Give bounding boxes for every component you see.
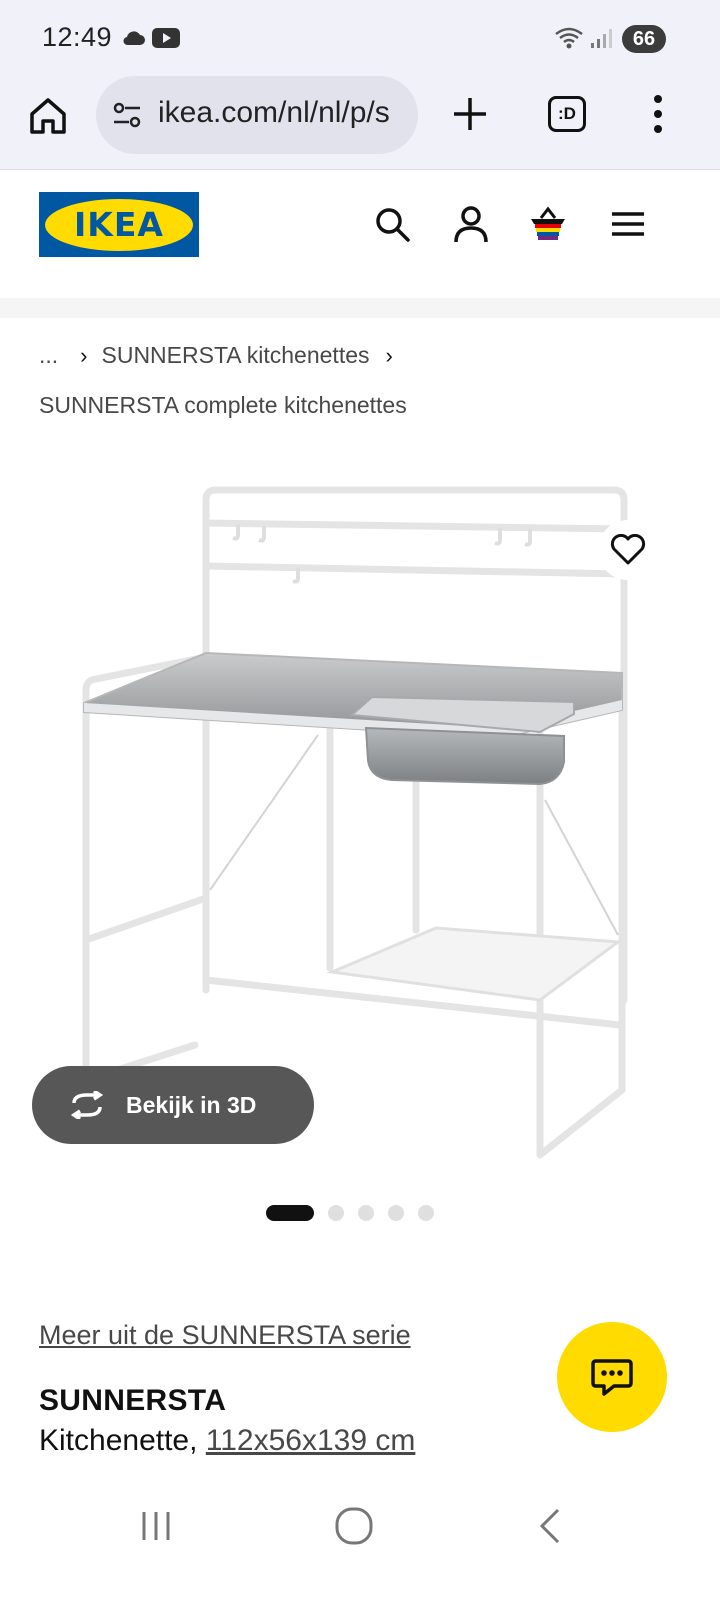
favorite-button[interactable] (598, 520, 658, 580)
series-link[interactable]: Meer uit de SUNNERSTA serie (39, 1320, 411, 1351)
notification-icons (122, 28, 180, 48)
status-time: 12:49 (42, 22, 113, 52)
product-type: Kitchenette, (39, 1424, 206, 1457)
system-navigation-bar (0, 1480, 720, 1600)
account-icon[interactable] (451, 204, 491, 244)
gallery-dot[interactable] (266, 1205, 314, 1221)
address-bar[interactable]: ikea.com/nl/nl/p/s (96, 76, 418, 154)
url-text[interactable]: ikea.com/nl/nl/p/s (158, 96, 408, 130)
chat-button[interactable] (557, 1322, 667, 1432)
breadcrumb: ... › SUNNERSTA kitchenettes › (39, 342, 393, 369)
browser-toolbar: ikea.com/nl/nl/p/s :D (0, 76, 720, 170)
gallery-dot[interactable] (328, 1205, 344, 1221)
basket-icon[interactable] (528, 204, 568, 244)
rotate-3d-icon (70, 1091, 104, 1119)
gallery-dot[interactable] (358, 1205, 374, 1221)
logo-text: IKEA (74, 205, 164, 244)
recent-apps-icon[interactable] (134, 1504, 178, 1548)
site-header: IKEA (0, 170, 720, 298)
browser-menu-icon[interactable] (648, 94, 668, 134)
search-icon[interactable] (372, 204, 412, 244)
system-icons (554, 26, 612, 50)
heart-icon (610, 534, 646, 565)
product-name: SUNNERSTA (39, 1384, 227, 1417)
gallery-pagination (266, 1205, 434, 1221)
tab-switcher-button[interactable]: :D (548, 96, 586, 132)
breadcrumb-link-kitchenettes[interactable]: SUNNERSTA kitchenettes (102, 342, 370, 369)
view-in-3d-button[interactable]: Bekijk in 3D (32, 1066, 314, 1144)
header-divider (0, 298, 720, 318)
new-tab-icon[interactable] (450, 94, 490, 134)
chat-icon (591, 1359, 633, 1396)
youtube-icon (152, 28, 180, 48)
gallery-dot[interactable] (388, 1205, 404, 1221)
cloud-icon (123, 31, 145, 46)
product-description: Kitchenette, 112x56x139 cm (39, 1424, 415, 1458)
breadcrumb-ellipsis[interactable]: ... (39, 342, 58, 369)
site-settings-icon[interactable] (112, 100, 142, 130)
view-in-3d-label: Bekijk in 3D (126, 1091, 257, 1118)
status-bar: 12:49 66 (0, 0, 720, 76)
home-nav-icon[interactable] (332, 1504, 376, 1548)
chevron-right-icon: › (385, 342, 393, 368)
breadcrumb-current[interactable]: SUNNERSTA complete kitchenettes (39, 392, 407, 419)
product-dimensions-link[interactable]: 112x56x139 cm (206, 1424, 416, 1457)
signal-icon (591, 29, 612, 48)
wifi-icon (555, 27, 583, 49)
hamburger-menu-icon[interactable] (608, 204, 648, 244)
logo-oval: IKEA (45, 198, 193, 251)
battery-icon: 66 (622, 25, 666, 53)
chevron-right-icon: › (80, 342, 88, 368)
home-icon[interactable] (26, 94, 70, 138)
gallery-dot[interactable] (418, 1205, 434, 1221)
back-icon[interactable] (530, 1504, 574, 1548)
ikea-logo[interactable]: IKEA (39, 192, 199, 257)
